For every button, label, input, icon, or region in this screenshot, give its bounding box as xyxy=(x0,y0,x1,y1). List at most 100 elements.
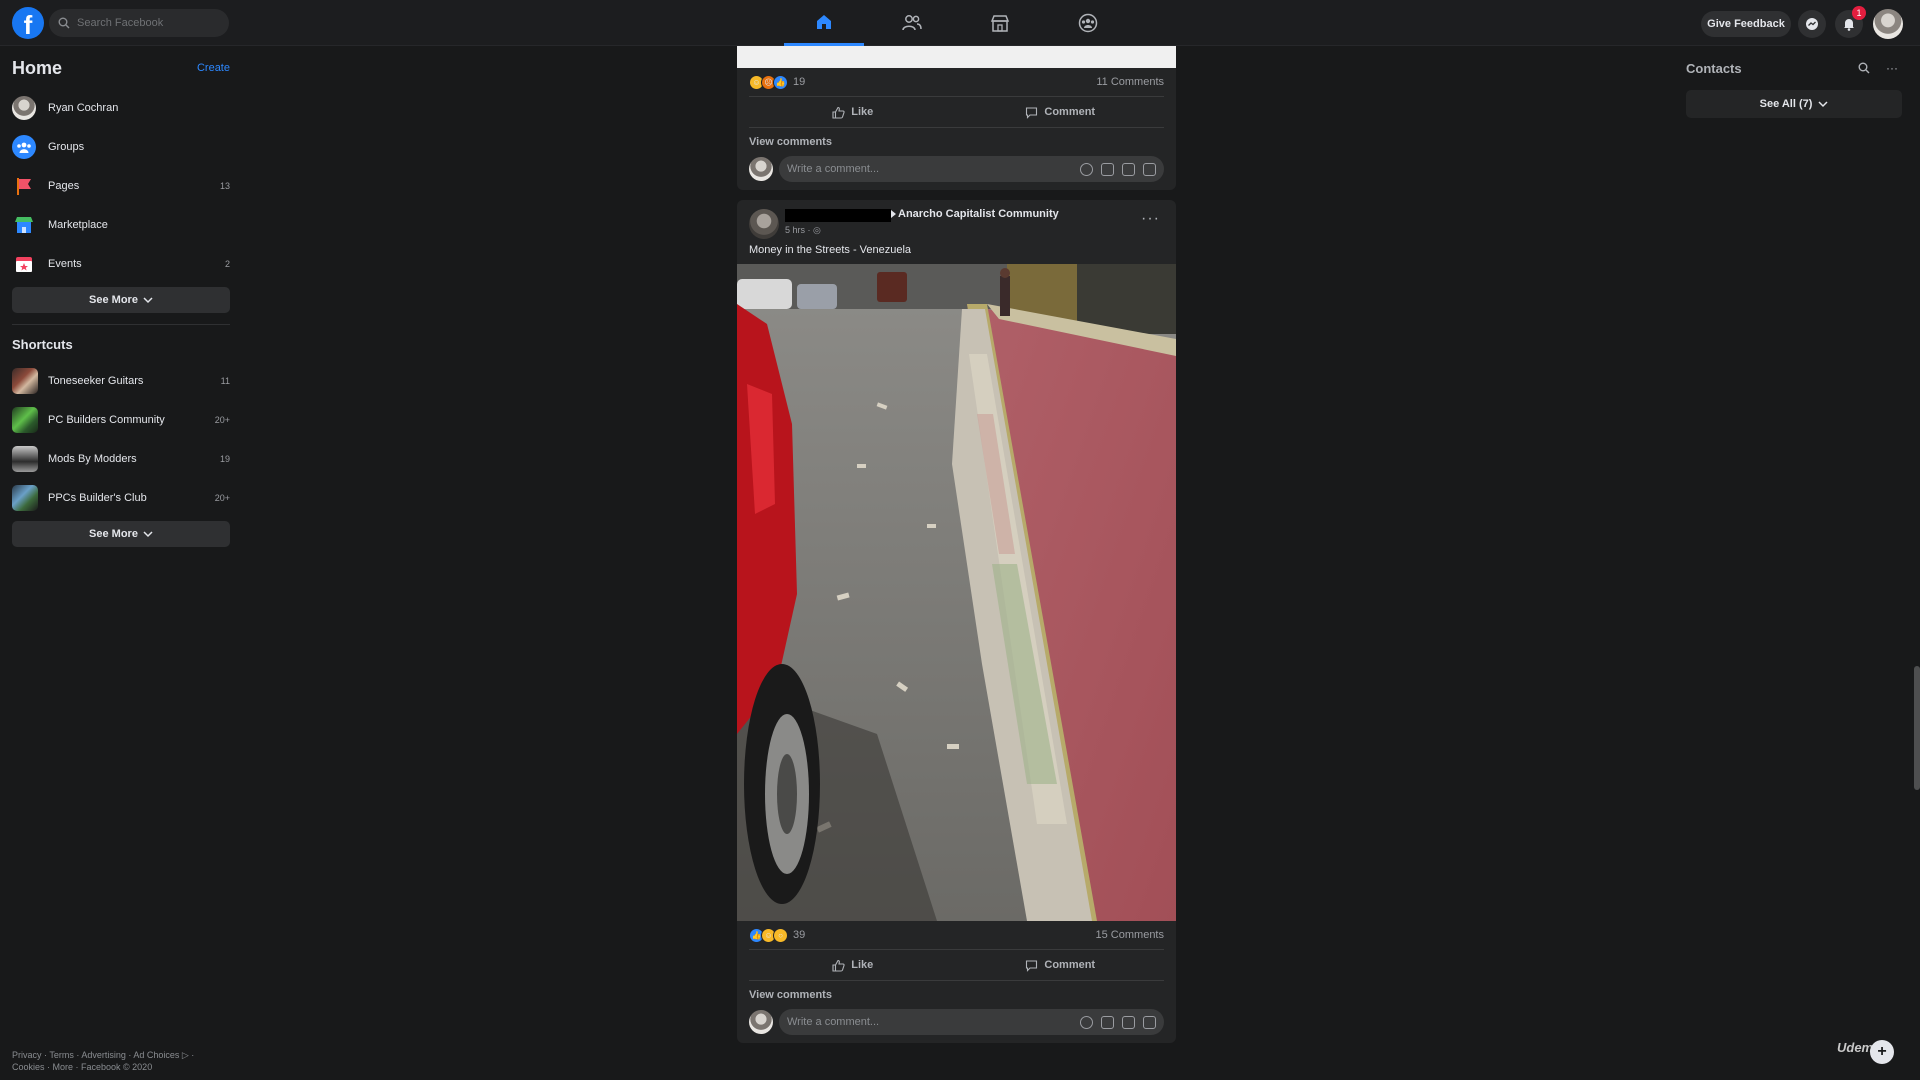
tab-marketplace[interactable] xyxy=(960,0,1040,46)
profile-avatar[interactable] xyxy=(1873,9,1903,39)
comments-count-link[interactable]: 11 Comments xyxy=(1096,76,1164,88)
sidebar-item-events[interactable]: Events 2 xyxy=(12,244,230,283)
more-options-icon[interactable]: ··· xyxy=(1886,61,1898,75)
see-all-label: See All (7) xyxy=(1759,98,1813,110)
comment-input[interactable]: Write a comment... xyxy=(779,156,1164,182)
sidebar-item-profile[interactable]: Ryan Cochran xyxy=(12,88,230,127)
scrollbar[interactable] xyxy=(1914,666,1920,790)
comment-button[interactable]: Comment xyxy=(957,97,1165,127)
avatar xyxy=(749,1010,773,1034)
home-title: Home xyxy=(12,57,63,78)
post-image-bottom xyxy=(737,46,1176,68)
search-bar[interactable]: Search Facebook xyxy=(49,9,229,37)
plus-icon[interactable]: + xyxy=(1870,1040,1894,1064)
shortcuts-title: Shortcuts xyxy=(12,337,73,352)
flag-icon xyxy=(12,174,36,198)
news-feed: ☺ ☹ 👍 19 11 Comments Like Comment View c… xyxy=(737,46,1176,1043)
see-more-button[interactable]: See More xyxy=(12,287,230,313)
top-navigation-bar: f Search Facebook Give Feedback 1 xyxy=(0,0,1920,46)
chevron-down-icon xyxy=(143,530,153,538)
arrow-right-icon xyxy=(891,210,896,218)
reactions[interactable]: 👍 ☺ ○ 39 xyxy=(749,927,806,943)
like-button[interactable]: Like xyxy=(749,97,957,127)
post-actions: Like Comment xyxy=(749,96,1164,128)
gif-icon[interactable] xyxy=(1122,162,1135,176)
shortcut-thumbnail xyxy=(12,406,38,433)
camera-icon[interactable] xyxy=(1101,162,1114,176)
marketplace-icon xyxy=(12,213,36,237)
messenger-icon xyxy=(1805,17,1819,31)
post-photo[interactable] xyxy=(737,264,1176,921)
bell-icon xyxy=(1842,17,1856,31)
groups-icon xyxy=(12,134,36,159)
sticker-icon[interactable] xyxy=(1143,162,1156,176)
comment-input[interactable]: Write a comment... xyxy=(779,1009,1164,1035)
post-timestamp[interactable]: 5 hrs · ◎ xyxy=(785,225,821,236)
sidebar-item-label: Marketplace xyxy=(48,218,108,231)
sidebar-item-label: Groups xyxy=(48,140,85,153)
comment-placeholder: Write a comment... xyxy=(787,1016,880,1028)
search-input[interactable]: Search Facebook xyxy=(77,17,163,29)
emoji-icon[interactable] xyxy=(1080,162,1093,176)
shortcut-label: PC Builders Community xyxy=(48,413,165,426)
shortcut-label: Mods By Modders xyxy=(48,452,137,465)
notifications-button[interactable]: 1 xyxy=(1835,6,1866,38)
gif-icon[interactable] xyxy=(1122,1015,1135,1029)
comment-label: Comment xyxy=(1044,106,1096,118)
home-icon xyxy=(814,12,834,32)
shortcut-count: 11 xyxy=(220,375,230,386)
groups-icon xyxy=(1078,13,1098,33)
sticker-icon[interactable] xyxy=(1143,1015,1156,1029)
calendar-icon xyxy=(12,252,36,276)
view-comments-link[interactable]: View comments xyxy=(737,981,1176,1006)
create-link[interactable]: Create xyxy=(197,62,230,74)
marketplace-icon xyxy=(990,14,1010,32)
avatar xyxy=(12,95,36,120)
shortcut-item[interactable]: PPCs Builder's Club 20+ xyxy=(12,478,230,517)
comment-placeholder: Write a comment... xyxy=(787,163,880,175)
messenger-button[interactable] xyxy=(1798,10,1826,38)
shortcut-item[interactable]: PC Builders Community 20+ xyxy=(12,400,230,439)
thumbs-up-icon xyxy=(832,106,845,119)
sidebar-item-pages[interactable]: Pages 13 xyxy=(12,166,230,205)
tab-friends[interactable] xyxy=(872,0,952,46)
search-icon[interactable] xyxy=(1858,62,1870,74)
comment-button[interactable]: Comment xyxy=(957,950,1165,980)
sidebar-item-groups[interactable]: Groups xyxy=(12,127,230,166)
more-options-icon[interactable]: ··· xyxy=(1141,210,1160,228)
shortcut-thumbnail xyxy=(12,484,38,511)
sidebar-item-marketplace[interactable]: Marketplace xyxy=(12,205,230,244)
shortcut-thumbnail xyxy=(12,367,38,394)
see-more-shortcuts-button[interactable]: See More xyxy=(12,521,230,547)
footer-line[interactable]: Cookies · More · Facebook © 2020 xyxy=(12,1061,232,1073)
right-sidebar: Contacts ··· See All (7) xyxy=(1686,60,1902,118)
reactions[interactable]: ☺ ☹ 👍 19 xyxy=(749,74,806,90)
camera-icon[interactable] xyxy=(1101,1015,1114,1029)
tab-home[interactable] xyxy=(784,0,864,46)
facebook-logo[interactable]: f xyxy=(12,7,44,39)
avatar[interactable] xyxy=(749,209,779,239)
give-feedback-button[interactable]: Give Feedback xyxy=(1701,11,1791,37)
like-label: Like xyxy=(851,959,874,971)
see-more-label: See More xyxy=(89,294,138,306)
view-comments-link[interactable]: View comments xyxy=(737,128,1176,153)
shortcut-item[interactable]: Mods By Modders 19 xyxy=(12,439,230,478)
post-actions: Like Comment xyxy=(749,949,1164,981)
tab-groups[interactable] xyxy=(1048,0,1128,46)
shortcut-item[interactable]: Toneseeker Guitars 11 xyxy=(12,361,230,400)
post-stats: 👍 ☺ ○ 39 15 Comments xyxy=(737,921,1176,949)
comments-count-link[interactable]: 15 Comments xyxy=(1096,929,1164,941)
divider xyxy=(12,324,230,325)
comment-composer: Write a comment... xyxy=(737,1006,1176,1043)
group-name-link[interactable]: Anarcho Capitalist Community xyxy=(898,208,1059,220)
footer-line[interactable]: Privacy · Terms · Advertising · Ad Choic… xyxy=(12,1049,232,1061)
see-all-contacts-button[interactable]: See All (7) xyxy=(1686,90,1902,118)
comment-composer: Write a comment... xyxy=(737,153,1176,190)
reaction-count: 39 xyxy=(793,929,806,941)
like-reaction-icon: 👍 xyxy=(773,74,788,90)
emoji-icon[interactable] xyxy=(1080,1015,1093,1029)
like-button[interactable]: Like xyxy=(749,950,957,980)
reaction-count: 19 xyxy=(793,76,806,88)
comment-bubble-icon xyxy=(1025,959,1038,972)
post-text: Money in the Streets - Venezuela xyxy=(749,244,912,256)
